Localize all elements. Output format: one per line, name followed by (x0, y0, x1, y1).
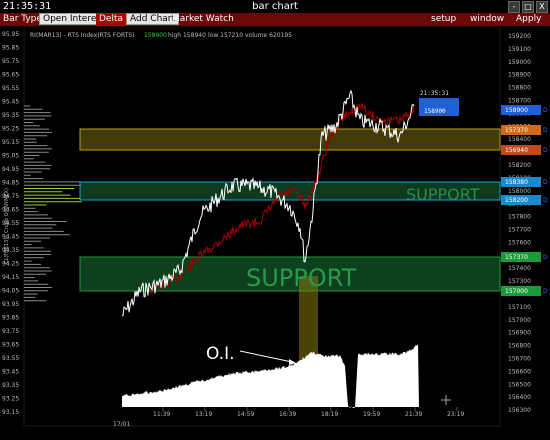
window-title: bar chart (252, 1, 298, 12)
delta-button[interactable]: Delta (96, 13, 127, 26)
right-axis-label: 159100 (508, 46, 531, 53)
price-tag-label: 157370 (505, 254, 528, 261)
time-label: 16:39 (279, 411, 296, 418)
time-label: 11:39 (153, 411, 170, 418)
chart-area[interactable]: RI(MAR13) - RTS Index(RTS FORTS) 158900 … (0, 25, 550, 440)
title-bar: 21:35:31 bar chart - □ X (0, 0, 550, 14)
left-axis-label: 93.55 (2, 355, 19, 362)
left-axis-label: 94.05 (2, 288, 19, 295)
minimize-button[interactable]: - (508, 1, 520, 13)
right-axis-label: 157400 (508, 265, 531, 272)
left-axis-label: 93.15 (2, 409, 19, 416)
right-axis-label: 157800 (508, 214, 531, 221)
left-axis-label: 95.25 (2, 126, 19, 133)
left-axis-label: 95.35 (2, 112, 19, 119)
left-axis-title: CL(FEB13) - Crude Oil(NYMEX) (4, 188, 10, 264)
support-label-lower: SUPPORT (246, 264, 357, 292)
right-axis-label: 158900 (508, 72, 531, 79)
left-axis-label: 94.85 (2, 180, 19, 187)
volume-label: volume 620195 (245, 32, 292, 39)
tag-marker-label: D (543, 179, 548, 186)
tag-marker-label: D (543, 288, 548, 295)
last-price: 158900 (144, 32, 167, 39)
right-axis-label: 157100 (508, 304, 531, 311)
price-tag-label: 157000 (505, 288, 528, 295)
right-axis-label: 158000 (508, 188, 531, 195)
time-label: 18:19 (321, 411, 338, 418)
left-axis-label: 94.95 (2, 166, 19, 173)
left-axis-label: 95.15 (2, 139, 19, 146)
price-chart[interactable]: RI(MAR13) - RTS Index(RTS FORTS) 158900 … (0, 25, 550, 440)
oi-label: O.I. (206, 344, 235, 364)
right-axis-label: 159200 (508, 33, 531, 40)
right-axis-label: 157600 (508, 239, 531, 246)
toolbar: Bar Type Open Interest Delta Add Chart M… (0, 13, 550, 26)
symbol-label: RI(MAR13) - RTS Index(RTS FORTS) (30, 32, 135, 39)
window-controls: - □ X (508, 1, 548, 13)
right-axis-label: 156800 (508, 343, 531, 350)
tag-marker-label: D (543, 147, 548, 154)
left-axis-label: 95.75 (2, 58, 19, 65)
right-axis-label: 158400 (508, 136, 531, 143)
close-button[interactable]: X (536, 1, 548, 13)
low-label: low 157210 (208, 32, 243, 39)
price-tag-label: 158200 (505, 197, 528, 204)
resistance-zone (79, 128, 501, 151)
left-axis-label: 93.85 (2, 315, 19, 322)
right-axis-label: 157300 (508, 278, 531, 285)
left-axis-label: 93.95 (2, 301, 19, 308)
time-label: 14:59 (237, 411, 254, 418)
right-axis-label: 156300 (508, 407, 531, 414)
right-axis-label: 158700 (508, 98, 531, 105)
left-axis-label: 95.95 (2, 31, 19, 38)
current-price-label: 158900 (424, 108, 446, 115)
left-axis-label: 93.35 (2, 382, 19, 389)
setup-menu[interactable]: setup (428, 13, 459, 26)
time-label: 13:19 (195, 411, 212, 418)
tag-marker-label: D (543, 197, 548, 204)
time-label: 21:39 (405, 411, 422, 418)
right-axis-label: 158200 (508, 162, 531, 169)
right-axis-label: 157700 (508, 227, 531, 234)
right-axis-label: 156500 (508, 381, 531, 388)
right-axis-label: 158800 (508, 85, 531, 92)
left-axis-label: 95.85 (2, 45, 19, 52)
time-label: 19:59 (363, 411, 380, 418)
right-axis: 1592001591001590001589001588001587001586… (508, 33, 531, 414)
apply-button[interactable]: Apply (513, 13, 544, 26)
left-axis-label: 95.45 (2, 99, 19, 106)
tag-marker-label: D (543, 254, 548, 261)
date-label: 17/01 (113, 421, 130, 428)
right-axis-label: 156900 (508, 330, 531, 337)
right-axis-label: 156600 (508, 368, 531, 375)
price-tag-label: 158900 (505, 107, 528, 114)
price-tag-label: 156940 (505, 147, 528, 154)
right-axis-label: 159000 (508, 59, 531, 66)
right-axis-label: 157000 (508, 317, 531, 324)
tag-marker-label: D (543, 107, 548, 114)
plot-frame (23, 25, 501, 427)
time-label: 23:19 (447, 411, 464, 418)
left-axis-label: 95.65 (2, 72, 19, 79)
tag-marker-label: D (543, 127, 548, 134)
left-axis-label: 95.05 (2, 153, 19, 160)
left-axis-label: 93.75 (2, 328, 19, 335)
high-label: high 158940 (168, 32, 206, 39)
left-axis-label: 95.55 (2, 85, 19, 92)
cursor-time: 21:35:31 (420, 90, 449, 97)
left-axis-label: 94.15 (2, 274, 19, 281)
price-tag-label: 158380 (505, 179, 528, 186)
left-axis-label: 93.65 (2, 342, 19, 349)
right-axis-label: 156700 (508, 356, 531, 363)
left-axis-label: 93.25 (2, 396, 19, 403)
maximize-button[interactable]: □ (522, 1, 534, 13)
support-label-upper: SUPPORT (406, 185, 480, 204)
market-watch-menu[interactable]: Market Watch (169, 13, 237, 26)
window-menu[interactable]: window (467, 13, 507, 26)
left-axis-label: 93.45 (2, 369, 19, 376)
right-axis-label: 156400 (508, 394, 531, 401)
price-tag-label: 157370 (505, 127, 528, 134)
